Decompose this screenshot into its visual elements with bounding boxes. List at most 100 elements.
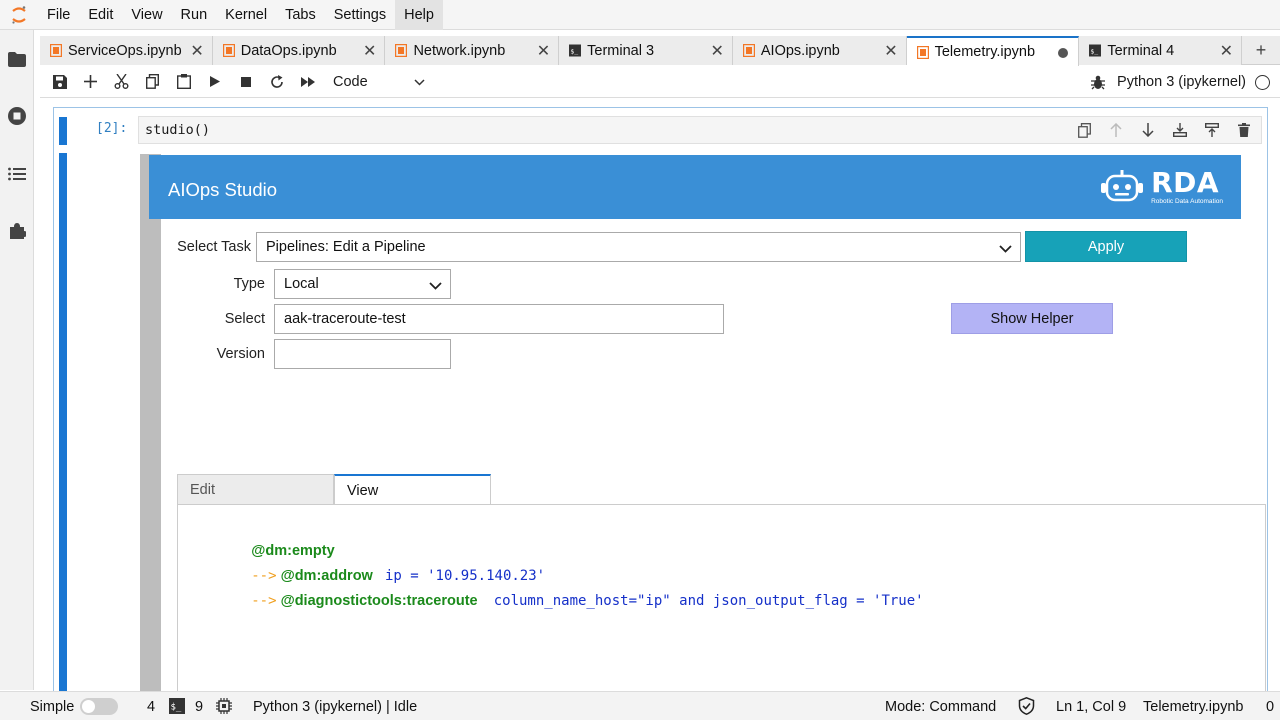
- menu-settings[interactable]: Settings: [325, 0, 395, 30]
- notification-count[interactable]: 0: [1266, 699, 1274, 715]
- run-all-fast-forward-icon[interactable]: [292, 67, 323, 97]
- show-helper-button[interactable]: Show Helper: [951, 303, 1113, 334]
- pipeline-view-panel: @dm:empty --> @dm:addrow ip = '10.95.140…: [177, 504, 1266, 704]
- tab-label: Network.ipynb: [413, 42, 506, 59]
- kernel-name: Python 3 (ipykernel): [1117, 74, 1246, 90]
- tab-terminal-3[interactable]: $_ Terminal 3 ✕: [559, 36, 733, 65]
- rda-tagline: Robotic Data Automation: [1151, 198, 1223, 205]
- tab-telemetry[interactable]: Telemetry.ipynb: [906, 36, 1080, 66]
- move-up-arrow-icon[interactable]: [1100, 119, 1132, 141]
- delete-trash-icon[interactable]: [1228, 119, 1260, 141]
- tab-aiops[interactable]: AIOps.ipynb ✕: [732, 36, 907, 65]
- output-collapser[interactable]: [59, 153, 67, 693]
- run-cell-play-icon[interactable]: [199, 67, 230, 97]
- pipeline-name-input[interactable]: aak-traceroute-test: [274, 304, 724, 334]
- svg-text:$_: $_: [1091, 47, 1099, 55]
- select-task-value: Pipelines: Edit a Pipeline: [266, 239, 426, 255]
- tab-network[interactable]: Network.ipynb ✕: [385, 36, 560, 65]
- close-icon[interactable]: ✕: [537, 41, 550, 61]
- kernel-chip-icon[interactable]: [216, 698, 232, 718]
- menu-kernel[interactable]: Kernel: [216, 0, 276, 30]
- svg-text:$_: $_: [571, 47, 579, 55]
- cell-toolbar: [1068, 119, 1260, 141]
- insert-above-icon[interactable]: [1164, 119, 1196, 141]
- extensions-puzzle-icon[interactable]: [7, 221, 27, 241]
- tab-terminal-4[interactable]: $_ Terminal 4 ✕: [1079, 36, 1243, 65]
- select-task-dropdown[interactable]: Pipelines: Edit a Pipeline: [256, 232, 1021, 262]
- apply-button[interactable]: Apply: [1025, 231, 1187, 262]
- kernel-idle-circle-icon: [1255, 74, 1270, 90]
- table-of-contents-icon[interactable]: [7, 164, 27, 184]
- duplicate-cell-icon[interactable]: [1068, 119, 1100, 141]
- simple-mode-toggle[interactable]: [80, 698, 118, 715]
- tab-label: AIOps.ipynb: [760, 42, 840, 59]
- move-down-arrow-icon[interactable]: [1132, 119, 1164, 141]
- input-collapser[interactable]: [59, 117, 67, 145]
- close-icon[interactable]: ✕: [190, 41, 203, 61]
- unsaved-changes-dot-icon[interactable]: [1058, 48, 1069, 58]
- insert-below-icon[interactable]: [1196, 119, 1228, 141]
- kernel-status[interactable]: Python 3 (ipykernel) | Idle: [253, 699, 417, 715]
- kernel-indicator[interactable]: Python 3 (ipykernel): [1091, 66, 1270, 98]
- menu-edit[interactable]: Edit: [79, 0, 122, 30]
- editor-tab-bar: Edit View: [177, 474, 491, 505]
- save-icon[interactable]: [44, 67, 75, 97]
- menu-file[interactable]: File: [38, 0, 79, 30]
- menu-run[interactable]: Run: [172, 0, 217, 30]
- notebook-icon: [916, 45, 929, 59]
- rda-wordmark: RDA: [1151, 166, 1220, 199]
- new-tab-plus-icon[interactable]: +: [1242, 36, 1280, 65]
- tab-dataops[interactable]: DataOps.ipynb ✕: [212, 36, 386, 65]
- notebook-toolbar: Code Python 3 (ipykernel): [40, 66, 1280, 98]
- folder-icon[interactable]: [7, 49, 27, 69]
- svg-text:$_: $_: [171, 703, 182, 713]
- restart-kernel-icon[interactable]: [261, 67, 292, 97]
- cell-type-value: Code: [333, 73, 368, 90]
- execution-prompt: [2]:: [96, 121, 128, 136]
- close-icon[interactable]: ✕: [1220, 41, 1233, 61]
- studio-banner: AIOps Studio RDA Robotic Data Automation: [149, 155, 1241, 219]
- kernel-count[interactable]: 4: [147, 699, 155, 715]
- tab-label: ServiceOps.ipynb: [68, 42, 182, 59]
- menu-view[interactable]: View: [122, 0, 171, 30]
- jupyter-logo-icon: [0, 0, 38, 30]
- close-icon[interactable]: ✕: [710, 41, 723, 61]
- tab-label: Telemetry.ipynb: [934, 44, 1036, 60]
- select-task-label: Select Task: [177, 239, 251, 255]
- insert-cell-plus-icon[interactable]: [75, 67, 106, 97]
- pipeline-command: @diagnostictools:traceroute: [280, 593, 478, 609]
- tab-label: Terminal 3: [587, 42, 655, 59]
- terminal-count[interactable]: 9: [195, 699, 203, 715]
- cell-type-dropdown[interactable]: Code: [333, 74, 425, 90]
- tab-edit[interactable]: Edit: [177, 474, 334, 505]
- copy-icon[interactable]: [137, 67, 168, 97]
- rda-logo: RDA Robotic Data Automation: [1099, 169, 1223, 205]
- tab-view[interactable]: View: [334, 474, 491, 505]
- output-area-gutter: [140, 154, 161, 694]
- terminal-icon: $_: [569, 44, 582, 57]
- close-icon[interactable]: ✕: [884, 41, 897, 61]
- status-bar: Simple 4 $_ 9 Python 3 (ipykernel) | Idl…: [0, 691, 1280, 720]
- pipe-arrow: -->: [251, 593, 277, 609]
- menu-tabs[interactable]: Tabs: [276, 0, 325, 30]
- version-label: Version: [216, 346, 265, 362]
- close-icon[interactable]: ✕: [363, 41, 376, 61]
- chevron-down-icon: [414, 74, 425, 90]
- menu-bar: File Edit View Run Kernel Tabs Settings …: [0, 0, 1280, 30]
- shield-check-icon[interactable]: [1018, 696, 1035, 719]
- terminal-icon: $_: [169, 698, 185, 718]
- debugger-bug-icon[interactable]: [1091, 75, 1106, 90]
- studio-form: Select Task Pipelines: Edit a Pipeline A…: [161, 219, 1266, 704]
- mode-indicator: Mode: Command: [885, 699, 997, 715]
- paste-clipboard-icon[interactable]: [168, 67, 199, 97]
- cursor-position[interactable]: Ln 1, Col 9: [1056, 699, 1126, 715]
- version-input[interactable]: [274, 339, 451, 369]
- type-dropdown[interactable]: Local: [274, 269, 451, 299]
- stop-kernel-icon[interactable]: [230, 67, 261, 97]
- select-label: Select: [224, 311, 265, 327]
- menu-help[interactable]: Help: [395, 0, 443, 30]
- running-kernels-icon[interactable]: [7, 106, 27, 126]
- tab-label: DataOps.ipynb: [240, 42, 337, 59]
- cut-scissors-icon[interactable]: [106, 67, 137, 97]
- tab-serviceops[interactable]: ServiceOps.ipynb ✕: [40, 36, 213, 65]
